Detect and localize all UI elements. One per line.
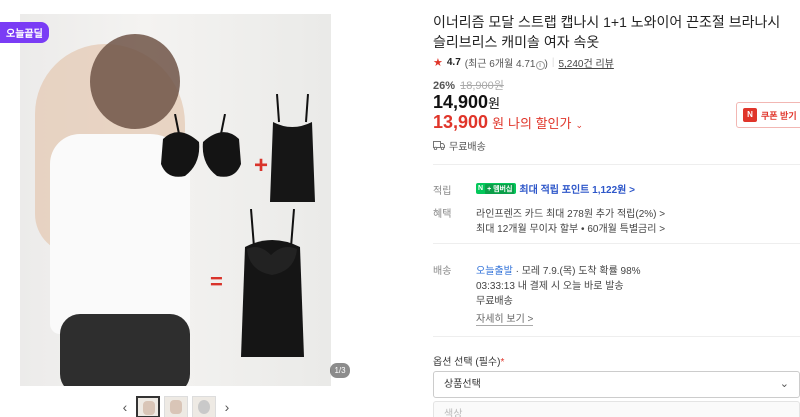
points-row[interactable]: N + 멤버십 최대 적립 포인트 1,122원 > [476, 181, 635, 196]
benefit-label: 혜택 [433, 209, 452, 220]
chevron-down-icon[interactable]: ⌄ [575, 120, 583, 131]
model-leggings [60, 314, 190, 386]
reviews-link[interactable]: 5,240건 리뷰 [558, 55, 613, 70]
chevron-down-icon: ⌄ [779, 378, 789, 390]
chevron-left-icon[interactable]: ‹ [118, 396, 132, 417]
divider [433, 164, 800, 165]
naver-n-icon: N [743, 108, 757, 122]
equals-sign: = [210, 269, 223, 294]
rating-row: ★ 4.7 (최근 6개월 4.71 i) | 5,240건 리뷰 [433, 55, 614, 70]
rating-score: 4.7 [446, 57, 461, 68]
image-counter: 1/3 [330, 363, 350, 378]
thumbnail-item[interactable] [136, 396, 160, 417]
delivery-arrival: 오늘출발 · 모레 7.9.(목) 도착 확률 98% [476, 266, 641, 277]
points-label: 적립 [433, 186, 452, 197]
product-title: 이너리즘 모달 스트랩 캡나시 1+1 노와이어 끈조절 브라나시 슬리브리스 … [433, 14, 781, 50]
option-select-label: 옵션 선택 (필수)* [433, 357, 505, 368]
delivery-countdown: 03:33:13 내 결제 시 오늘 바로 발송 [476, 281, 624, 292]
shipping-text: 무료배송 [449, 142, 486, 153]
divider [433, 243, 800, 244]
npay-membership-icon: N + 멤버십 [476, 183, 517, 194]
camisole-product-image [270, 94, 315, 202]
original-price: 18,900원 [460, 80, 504, 92]
divider [433, 336, 800, 337]
benefit-installment-link[interactable]: 최대 12개월 무이자 할부 • 60개월 특별금리 > [476, 220, 665, 235]
color-select-dropdown[interactable]: 색상 [433, 401, 800, 417]
discount-row: 26% 18,900원 [433, 77, 504, 93]
shipping-row: 무료배송 [433, 138, 486, 153]
product-info-panel: 이너리즘 모달 스트랩 캡나시 1+1 노와이어 끈조절 브라나시 슬리브리스 … [433, 0, 800, 417]
benefit-card-link[interactable]: 라인프렌즈 카드 최대 278원 추가 적립(2%) > [476, 205, 665, 220]
thumbnail-item[interactable] [164, 396, 188, 417]
product-main-image[interactable]: + = [20, 14, 331, 386]
product-gallery: + = 오늘끝딜 1/3 ‹ › [0, 0, 420, 417]
my-discount-price[interactable]: 13,900 원 나의 할인가 ⌄ [433, 112, 583, 133]
delivery-label: 배송 [433, 266, 452, 277]
bra-camisole-product-image [241, 209, 304, 357]
info-icon[interactable]: i [535, 61, 545, 70]
thumbnail-item[interactable] [192, 396, 216, 417]
see-more-link[interactable]: 자세히 보기 > [476, 310, 534, 326]
truck-icon [433, 141, 445, 150]
rating-detail: (최근 6개월 4.71 i) [464, 59, 548, 70]
chevron-right-icon[interactable]: › [220, 396, 234, 417]
thumbnail-strip: ‹ › [118, 396, 234, 417]
coupon-label: 쿠폰 받기 [761, 110, 797, 121]
points-value: 최대 적립 포인트 1,122원 > [519, 185, 635, 196]
star-icon: ★ [433, 57, 443, 69]
product-select-dropdown[interactable]: 상품선택 ⌄ [433, 371, 800, 398]
coupon-button[interactable]: N 쿠폰 받기 [736, 102, 800, 128]
bra-product-image [161, 114, 241, 177]
today-deal-badge: 오늘끝딜 [0, 22, 49, 43]
my-price-label: 나의 할인가 [508, 116, 572, 131]
today-dispatch-tag: 오늘출발 [476, 266, 513, 277]
discount-rate: 26% [433, 80, 456, 92]
sale-price: 14,900원 [433, 92, 501, 112]
delivery-fee: 무료배송 [476, 296, 513, 307]
divider: | [551, 57, 555, 68]
